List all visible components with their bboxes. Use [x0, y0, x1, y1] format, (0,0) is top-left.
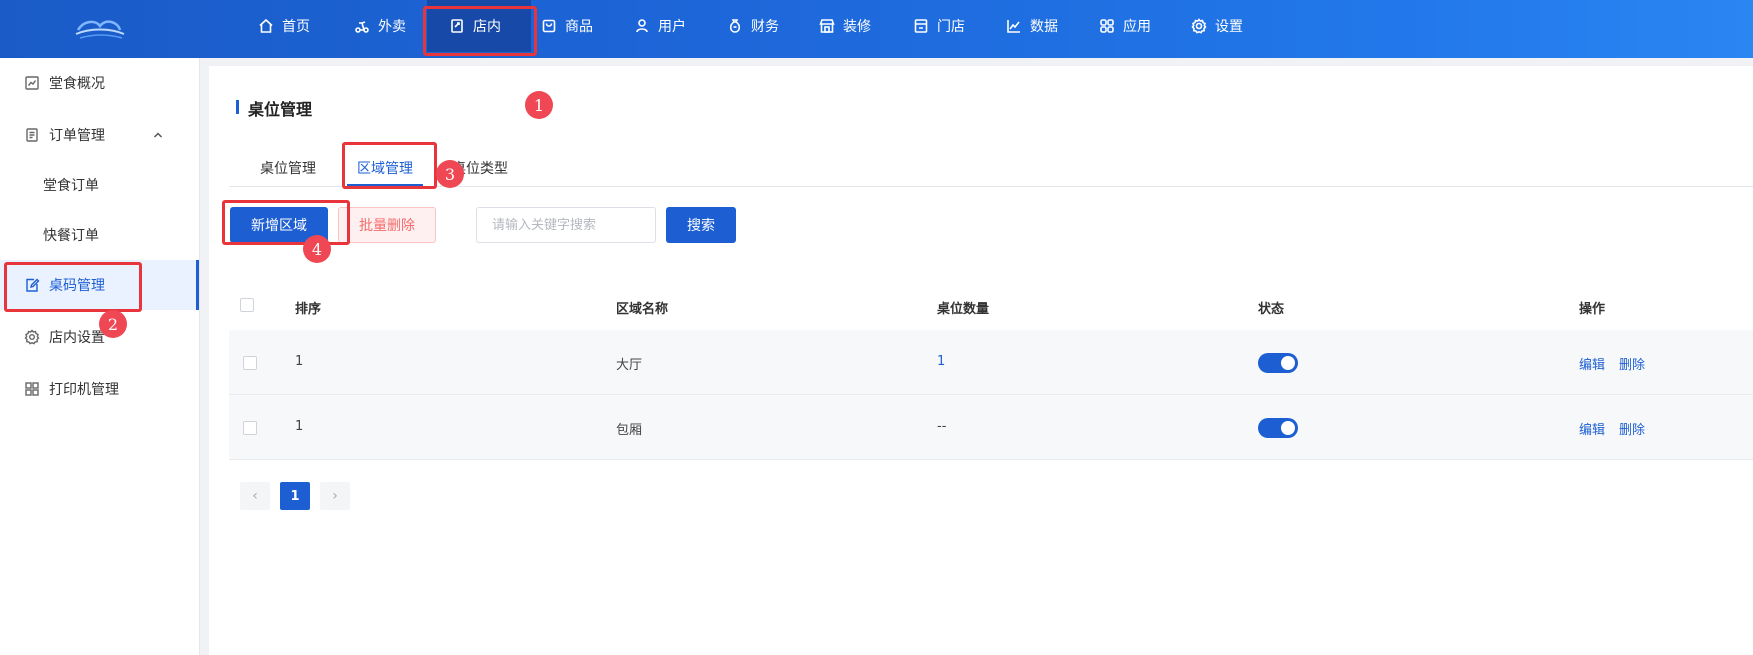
- row-checkbox[interactable]: [243, 356, 257, 370]
- column-header-sort: 排序: [295, 302, 322, 317]
- table-header: 排序 区域名称 桌位数量 状态 操作: [229, 280, 1753, 330]
- nav-item-label: 外卖: [378, 19, 406, 35]
- home-icon: [258, 18, 274, 34]
- nav-item-data[interactable]: 数据: [1006, 0, 1058, 52]
- sidebar-item-label: 堂食概况: [49, 76, 105, 92]
- row-checkbox[interactable]: [243, 421, 257, 435]
- nav-item-label: 首页: [282, 19, 310, 35]
- sidebar-item-label: 桌码管理: [49, 278, 105, 294]
- shop-icon: [913, 18, 929, 34]
- nav-item-label: 装修: [843, 19, 871, 35]
- chevron-up-icon[interactable]: [152, 129, 164, 141]
- apps-icon: [1099, 18, 1115, 34]
- nav-item-home[interactable]: 首页: [258, 0, 310, 52]
- cell-table-count: --: [937, 419, 947, 434]
- nav-item-label: 设置: [1215, 19, 1243, 35]
- sidebar-item-printer-management[interactable]: 打印机管理: [0, 364, 199, 414]
- tabs-divider: [229, 186, 1753, 187]
- sidebar-item-label: 堂食订单: [43, 178, 99, 194]
- nav-item-apps[interactable]: 应用: [1099, 0, 1151, 52]
- nav-item-settings[interactable]: 设置: [1191, 0, 1243, 52]
- edit-link[interactable]: 编辑: [1579, 354, 1605, 373]
- nav-item-label: 用户: [658, 19, 686, 35]
- search-input[interactable]: [476, 207, 656, 243]
- sidebar-item-label: 打印机管理: [49, 382, 119, 398]
- select-all-checkbox[interactable]: [240, 298, 254, 312]
- nav-item-users[interactable]: 用户: [634, 0, 686, 52]
- chart-line-icon: [24, 75, 40, 91]
- nav-item-label: 店内: [473, 19, 501, 35]
- pagination-next-button[interactable]: ›: [320, 482, 350, 510]
- cell-area-name: 包厢: [616, 423, 643, 438]
- pagination-prev-button[interactable]: ‹: [240, 482, 270, 510]
- nav-item-goods[interactable]: 商品: [541, 0, 593, 52]
- tab-table-management[interactable]: 桌位管理: [260, 158, 316, 178]
- annotation-badge: 1: [525, 91, 553, 119]
- sidebar-item-order-management[interactable]: 订单管理: [0, 110, 199, 160]
- nav-item-label: 数据: [1030, 19, 1058, 35]
- bag-icon: [541, 18, 557, 34]
- grid-icon: [24, 381, 40, 397]
- sidebar-item-label: 店内设置: [49, 330, 105, 346]
- tab-area-management[interactable]: 区域管理: [347, 158, 423, 186]
- gear-icon: [24, 329, 40, 345]
- brand-logo[interactable]: [60, 8, 140, 50]
- status-toggle[interactable]: [1258, 353, 1298, 373]
- money-bag-icon: [727, 18, 743, 34]
- annotation-badge: 2: [99, 310, 127, 338]
- table-row: 1 包厢 -- 编辑 删除: [229, 395, 1753, 460]
- nav-item-label: 门店: [937, 19, 965, 35]
- sidebar-item-label: 快餐订单: [43, 228, 99, 244]
- chart-icon: [1006, 18, 1022, 34]
- nav-item-instore[interactable]: 店内: [427, 0, 531, 52]
- status-toggle[interactable]: [1258, 418, 1298, 438]
- column-header-status: 状态: [1258, 302, 1285, 317]
- sidebar-item-table-code[interactable]: 桌码管理: [0, 260, 199, 310]
- sidebar-item-label: 订单管理: [49, 128, 105, 144]
- sidebar-item-dine-orders[interactable]: 堂食订单: [0, 160, 199, 210]
- batch-delete-button[interactable]: 批量删除: [338, 207, 436, 243]
- nav-item-label: 商品: [565, 19, 593, 35]
- edit-link[interactable]: 编辑: [1579, 419, 1605, 438]
- nav-item-takeaway[interactable]: 外卖: [354, 0, 406, 52]
- store-inside-icon: [449, 18, 465, 34]
- column-header-area-name: 区域名称: [616, 302, 669, 317]
- nav-item-label: 财务: [751, 19, 779, 35]
- nav-item-finance[interactable]: 财务: [727, 0, 779, 52]
- cell-sort: 1: [295, 354, 304, 369]
- annotation-badge: 3: [436, 160, 464, 188]
- top-navigation-bar: 首页 外卖 店内 商品 用户 财务 装修 门店 数据 应用 设置: [0, 0, 1753, 58]
- delete-link[interactable]: 删除: [1619, 419, 1645, 438]
- nav-item-decoration[interactable]: 装修: [819, 0, 871, 52]
- table-row: 1 大厅 1 编辑 删除: [229, 330, 1753, 395]
- sidebar: 堂食概况 订单管理 堂食订单 快餐订单 桌码管理 店内设置 打印机管理: [0, 58, 200, 655]
- cell-area-name: 大厅: [616, 358, 643, 373]
- edit-note-icon: [24, 277, 40, 293]
- column-header-actions: 操作: [1579, 302, 1606, 317]
- cell-table-count-link[interactable]: 1: [937, 354, 945, 369]
- cell-sort: 1: [295, 419, 304, 434]
- storefront-icon: [819, 18, 835, 34]
- page-title: 桌位管理: [236, 96, 312, 120]
- scooter-icon: [354, 18, 370, 34]
- nav-item-stores[interactable]: 门店: [913, 0, 965, 52]
- column-header-table-count: 桌位数量: [937, 302, 990, 317]
- gear-icon: [1191, 18, 1207, 34]
- pagination-page-button[interactable]: 1: [280, 482, 310, 510]
- document-icon: [24, 127, 40, 143]
- search-button[interactable]: 搜索: [666, 207, 736, 243]
- user-icon: [634, 18, 650, 34]
- sidebar-item-fastfood-orders[interactable]: 快餐订单: [0, 210, 199, 260]
- annotation-badge: 4: [303, 235, 331, 263]
- nav-item-label: 应用: [1123, 19, 1151, 35]
- sidebar-item-dine-overview[interactable]: 堂食概况: [0, 58, 199, 108]
- delete-link[interactable]: 删除: [1619, 354, 1645, 373]
